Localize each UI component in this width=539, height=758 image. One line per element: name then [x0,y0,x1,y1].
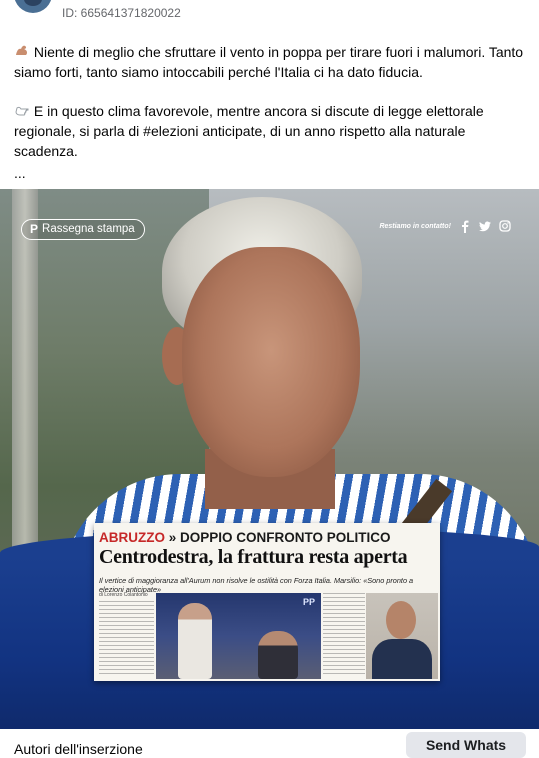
clipping-portrait-head [386,601,416,639]
clipping-person-standing [178,603,212,679]
twitter-icon [479,219,491,233]
post-paragraph-1: Niente di meglio che sfruttare il vento … [14,42,530,82]
p-logo-icon: P [30,222,39,236]
rassegna-stampa-badge: P Rassegna stampa [21,219,145,240]
clipping-photo-event: PP [156,593,321,679]
clipping-person-seated [258,631,298,679]
clipping-body-text [99,601,154,677]
clipping-kicker-separator: » [168,530,177,545]
badge-label: Rassegna stampa [42,223,135,235]
clipping-photo-portrait [366,593,438,679]
clipping-portrait-body [372,639,432,679]
see-more-ellipsis[interactable]: ... [14,163,530,183]
post-paragraph-2-text: E in questo clima favorevole, mentre anc… [14,103,484,159]
post-media-image[interactable]: P Rassegna stampa Restiamo in contatto! … [0,189,539,729]
social-links: Restiamo in contatto! [379,219,511,233]
footer-left-text: Autori dell'inserzione [14,741,143,757]
post-header: ID: 665641371820022 [0,0,539,28]
clipping-kicker-region: ABRUZZO [99,530,165,545]
clipping-photo-logo: PP [302,597,315,607]
clipping-headline: Centrodestra, la frattura resta aperta [99,546,408,568]
portrait-face [182,247,360,477]
post-paragraph-2: E in questo clima favorevole, mentre anc… [14,101,530,161]
ad-id-label: ID: 665641371820022 [62,6,181,20]
pointing-hand-emoji-icon [14,101,30,121]
social-text: Restiamo in contatto! [379,222,451,230]
clipping-kicker: ABRUZZO » DOPPIO CONFRONTO POLITICO [99,530,391,545]
clipping-subheadline: Il vertice di maggioranza all'Aurum non … [99,576,414,594]
avatar[interactable] [14,0,52,13]
instagram-icon [499,219,511,233]
clipping-kicker-rest: DOPPIO CONFRONTO POLITICO [180,530,391,545]
clipping-column-text [323,593,365,677]
post-paragraph-1-text: Niente di meglio che sfruttare il vento … [14,44,524,80]
muscle-emoji-icon [14,42,30,62]
facebook-icon [459,219,471,233]
post-text: Niente di meglio che sfruttare il vento … [14,42,530,183]
newspaper-clipping: ABRUZZO » DOPPIO CONFRONTO POLITICO Cent… [94,523,440,681]
send-whatsapp-button[interactable]: Send Whats [406,732,526,758]
clipping-byline: di Lorenzo Colantonio [99,592,148,598]
